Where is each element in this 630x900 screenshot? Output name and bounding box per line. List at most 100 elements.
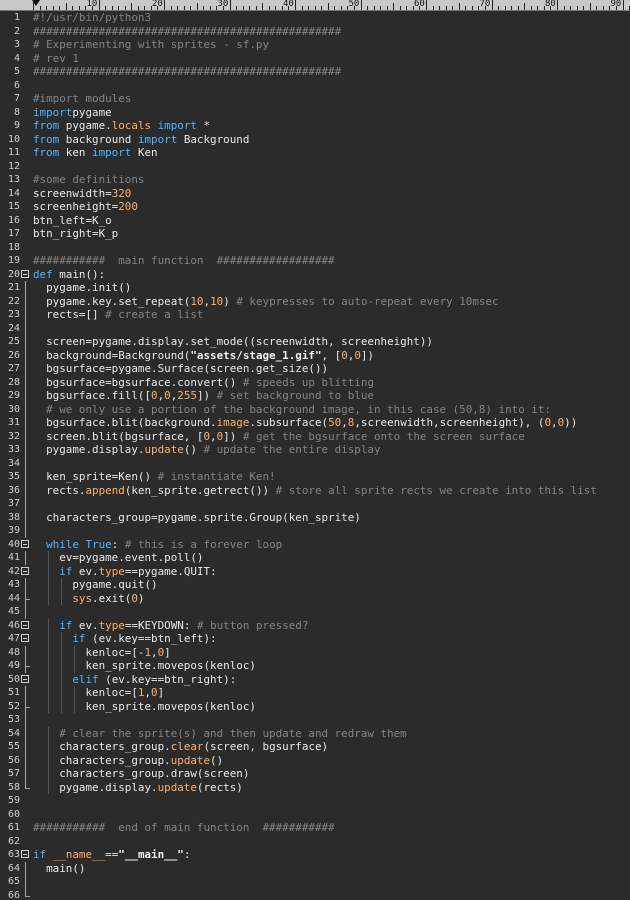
- code-line[interactable]: 1 #!/usr/bin/python3: [0, 11, 630, 25]
- code-line[interactable]: 34: [0, 456, 630, 470]
- fold-toggle-icon[interactable]: [21, 566, 29, 575]
- code-token: 50: [328, 416, 342, 429]
- fold-toggle-icon[interactable]: [21, 850, 29, 858]
- code-line[interactable]: 33 pygame.display.update() # update the …: [0, 443, 630, 457]
- code-line[interactable]: 54 # clear the sprite(s) and then update…: [0, 726, 630, 740]
- fold-toggle-icon[interactable]: [21, 634, 29, 642]
- code-line[interactable]: 16 btn_left=K_o: [0, 214, 630, 228]
- fold-guide: [25, 875, 26, 889]
- code-line[interactable]: 46 if ev.type==KEYDOWN: # button pressed…: [0, 618, 630, 632]
- code-line[interactable]: 11 from ken import Ken: [0, 146, 630, 160]
- code-line[interactable]: 51 kenloc=[1,0]: [0, 686, 630, 700]
- code-line[interactable]: 12: [0, 160, 630, 174]
- code-line[interactable]: 63 if __name__=="__main__":: [0, 848, 630, 862]
- ruler-tick: [380, 6, 382, 10]
- code-line[interactable]: 58 pygame.display.update(rects): [0, 780, 630, 794]
- code-line[interactable]: 29 bgsurface.fill([0,0,255]) # set backg…: [0, 389, 630, 403]
- code-line[interactable]: 47 if (ev.key==btn_left):: [0, 632, 630, 646]
- code-line[interactable]: 18: [0, 241, 630, 255]
- code-line[interactable]: 24: [0, 321, 630, 335]
- code-line[interactable]: 66: [0, 888, 630, 900]
- code-line[interactable]: 42 if ev.type==pygame.QUIT:: [0, 564, 630, 578]
- ruler-tick: [327, 3, 329, 10]
- code-line[interactable]: 2 #######################################…: [0, 25, 630, 39]
- code-line[interactable]: 15 screenheight=200: [0, 200, 630, 214]
- line-number: 37: [7, 498, 20, 509]
- code-line[interactable]: 3 # Experimenting with sprites - sf.py: [0, 38, 630, 52]
- code-line[interactable]: 43 pygame.quit(): [0, 578, 630, 592]
- code-line[interactable]: 52 ken_sprite.movepos(kenloc): [0, 699, 630, 713]
- code-line[interactable]: 31 bgsurface.blit(background.image.subsu…: [0, 416, 630, 430]
- fold-toggle-icon[interactable]: [21, 539, 29, 548]
- code-line[interactable]: 44 sys.exit(0): [0, 591, 630, 605]
- fold-guide: [25, 497, 26, 511]
- code-line[interactable]: 37: [0, 497, 630, 511]
- code-text: screen=pygame.display.set_mode((screenwi…: [33, 335, 433, 349]
- ruler-tick: [530, 6, 532, 10]
- code-line[interactable]: 53: [0, 713, 630, 727]
- fold-toggle-icon[interactable]: [21, 674, 29, 683]
- code-line[interactable]: 61 ########### end of main function #####…: [0, 821, 630, 835]
- code-line[interactable]: 30 # we only use a portion of the backgr…: [0, 402, 630, 416]
- fold-toggle-icon[interactable]: [21, 620, 29, 629]
- code-token: pygame.display.: [33, 780, 158, 794]
- ruler-tick: [622, 0, 624, 10]
- code-line[interactable]: 25 screen=pygame.display.set_mode((scree…: [0, 335, 630, 349]
- code-line[interactable]: 6: [0, 79, 630, 93]
- code-line[interactable]: 49 ken_sprite.movepos(kenloc): [0, 659, 630, 673]
- code-token: screenwidth=: [33, 186, 112, 200]
- code-line[interactable]: 4 # rev 1: [0, 52, 630, 66]
- code-line[interactable]: 57 characters_group.draw(screen): [0, 767, 630, 781]
- code-token: characters_group.: [33, 753, 171, 767]
- code-text: def main():: [33, 268, 105, 282]
- code-line[interactable]: 20 def main():: [0, 268, 630, 282]
- code-text: elif (ev.key==btn_right):: [33, 673, 236, 687]
- code-line[interactable]: 48 kenloc=[-1,0]: [0, 645, 630, 659]
- ruler-tick: [275, 6, 277, 10]
- fold-guide: [25, 686, 26, 700]
- code-line[interactable]: 8 importpygame: [0, 106, 630, 120]
- code-line[interactable]: 32 screen.blit(bgsurface, [0,0]) # get t…: [0, 429, 630, 443]
- line-number: 49: [7, 660, 20, 671]
- code-line[interactable]: 60: [0, 808, 630, 822]
- code-line[interactable]: 62: [0, 835, 630, 849]
- code-line[interactable]: 7 #import modules: [0, 92, 630, 106]
- code-line[interactable]: 36 rects.append(ken_sprite.getrect()) # …: [0, 483, 630, 497]
- code-token: ]): [196, 389, 217, 402]
- code-token: # store all sprite rects we create into …: [275, 483, 597, 497]
- line-number: 14: [7, 187, 20, 199]
- code-line[interactable]: 64 main(): [0, 861, 630, 875]
- code-line[interactable]: 35 ken_sprite=Ken() # instantiate Ken!: [0, 470, 630, 484]
- code-line[interactable]: 23 rects=[] # create a list: [0, 308, 630, 322]
- fold-toggle-icon[interactable]: [21, 269, 29, 278]
- code-text: bgsurface=pygame.Surface(screen.get_size…: [33, 362, 328, 376]
- code-line[interactable]: 19 ########### main function ############…: [0, 254, 630, 268]
- line-number: 13: [7, 174, 20, 185]
- code-line[interactable]: 17 btn_right=K_p: [0, 227, 630, 241]
- code-line[interactable]: 21 pygame.init(): [0, 281, 630, 295]
- code-line[interactable]: 56 characters_group.update(): [0, 753, 630, 767]
- code-line[interactable]: 59: [0, 794, 630, 808]
- code-line[interactable]: 14 screenwidth=320: [0, 187, 630, 201]
- code-line[interactable]: 5 #######################################…: [0, 65, 630, 79]
- code-line[interactable]: 55 characters_group.clear(screen, bgsurf…: [0, 740, 630, 754]
- code-line[interactable]: 26 background=Background("assets/stage_1…: [0, 348, 630, 362]
- fold-guide: [25, 551, 26, 565]
- code-editor[interactable]: 1 #!/usr/bin/python3 2 ####################…: [0, 11, 630, 900]
- code-line[interactable]: 38 characters_group=pygame.sprite.Group(…: [0, 510, 630, 524]
- code-line[interactable]: 9 from pygame.locals import *: [0, 119, 630, 133]
- line-number: 66: [7, 889, 20, 900]
- code-line[interactable]: 27 bgsurface=pygame.Surface(screen.get_s…: [0, 362, 630, 376]
- code-line[interactable]: 13 #some definitions: [0, 173, 630, 187]
- code-line[interactable]: 10 from background import Background: [0, 133, 630, 147]
- code-line[interactable]: 28 bgsurface=bgsurface.convert() # speed…: [0, 375, 630, 389]
- code-line[interactable]: 40 while True: # this is a forever loop: [0, 538, 630, 552]
- code-line[interactable]: 39: [0, 524, 630, 538]
- code-line[interactable]: 50 elif (ev.key==btn_right):: [0, 672, 630, 687]
- code-line[interactable]: 22 pygame.key.set_repeat(10,10) # keypre…: [0, 294, 630, 308]
- code-line[interactable]: 45: [0, 605, 630, 619]
- code-line[interactable]: 41 ev=pygame.event.poll(): [0, 551, 630, 565]
- line-number: 3: [13, 39, 20, 50]
- code-line[interactable]: 65: [0, 875, 630, 889]
